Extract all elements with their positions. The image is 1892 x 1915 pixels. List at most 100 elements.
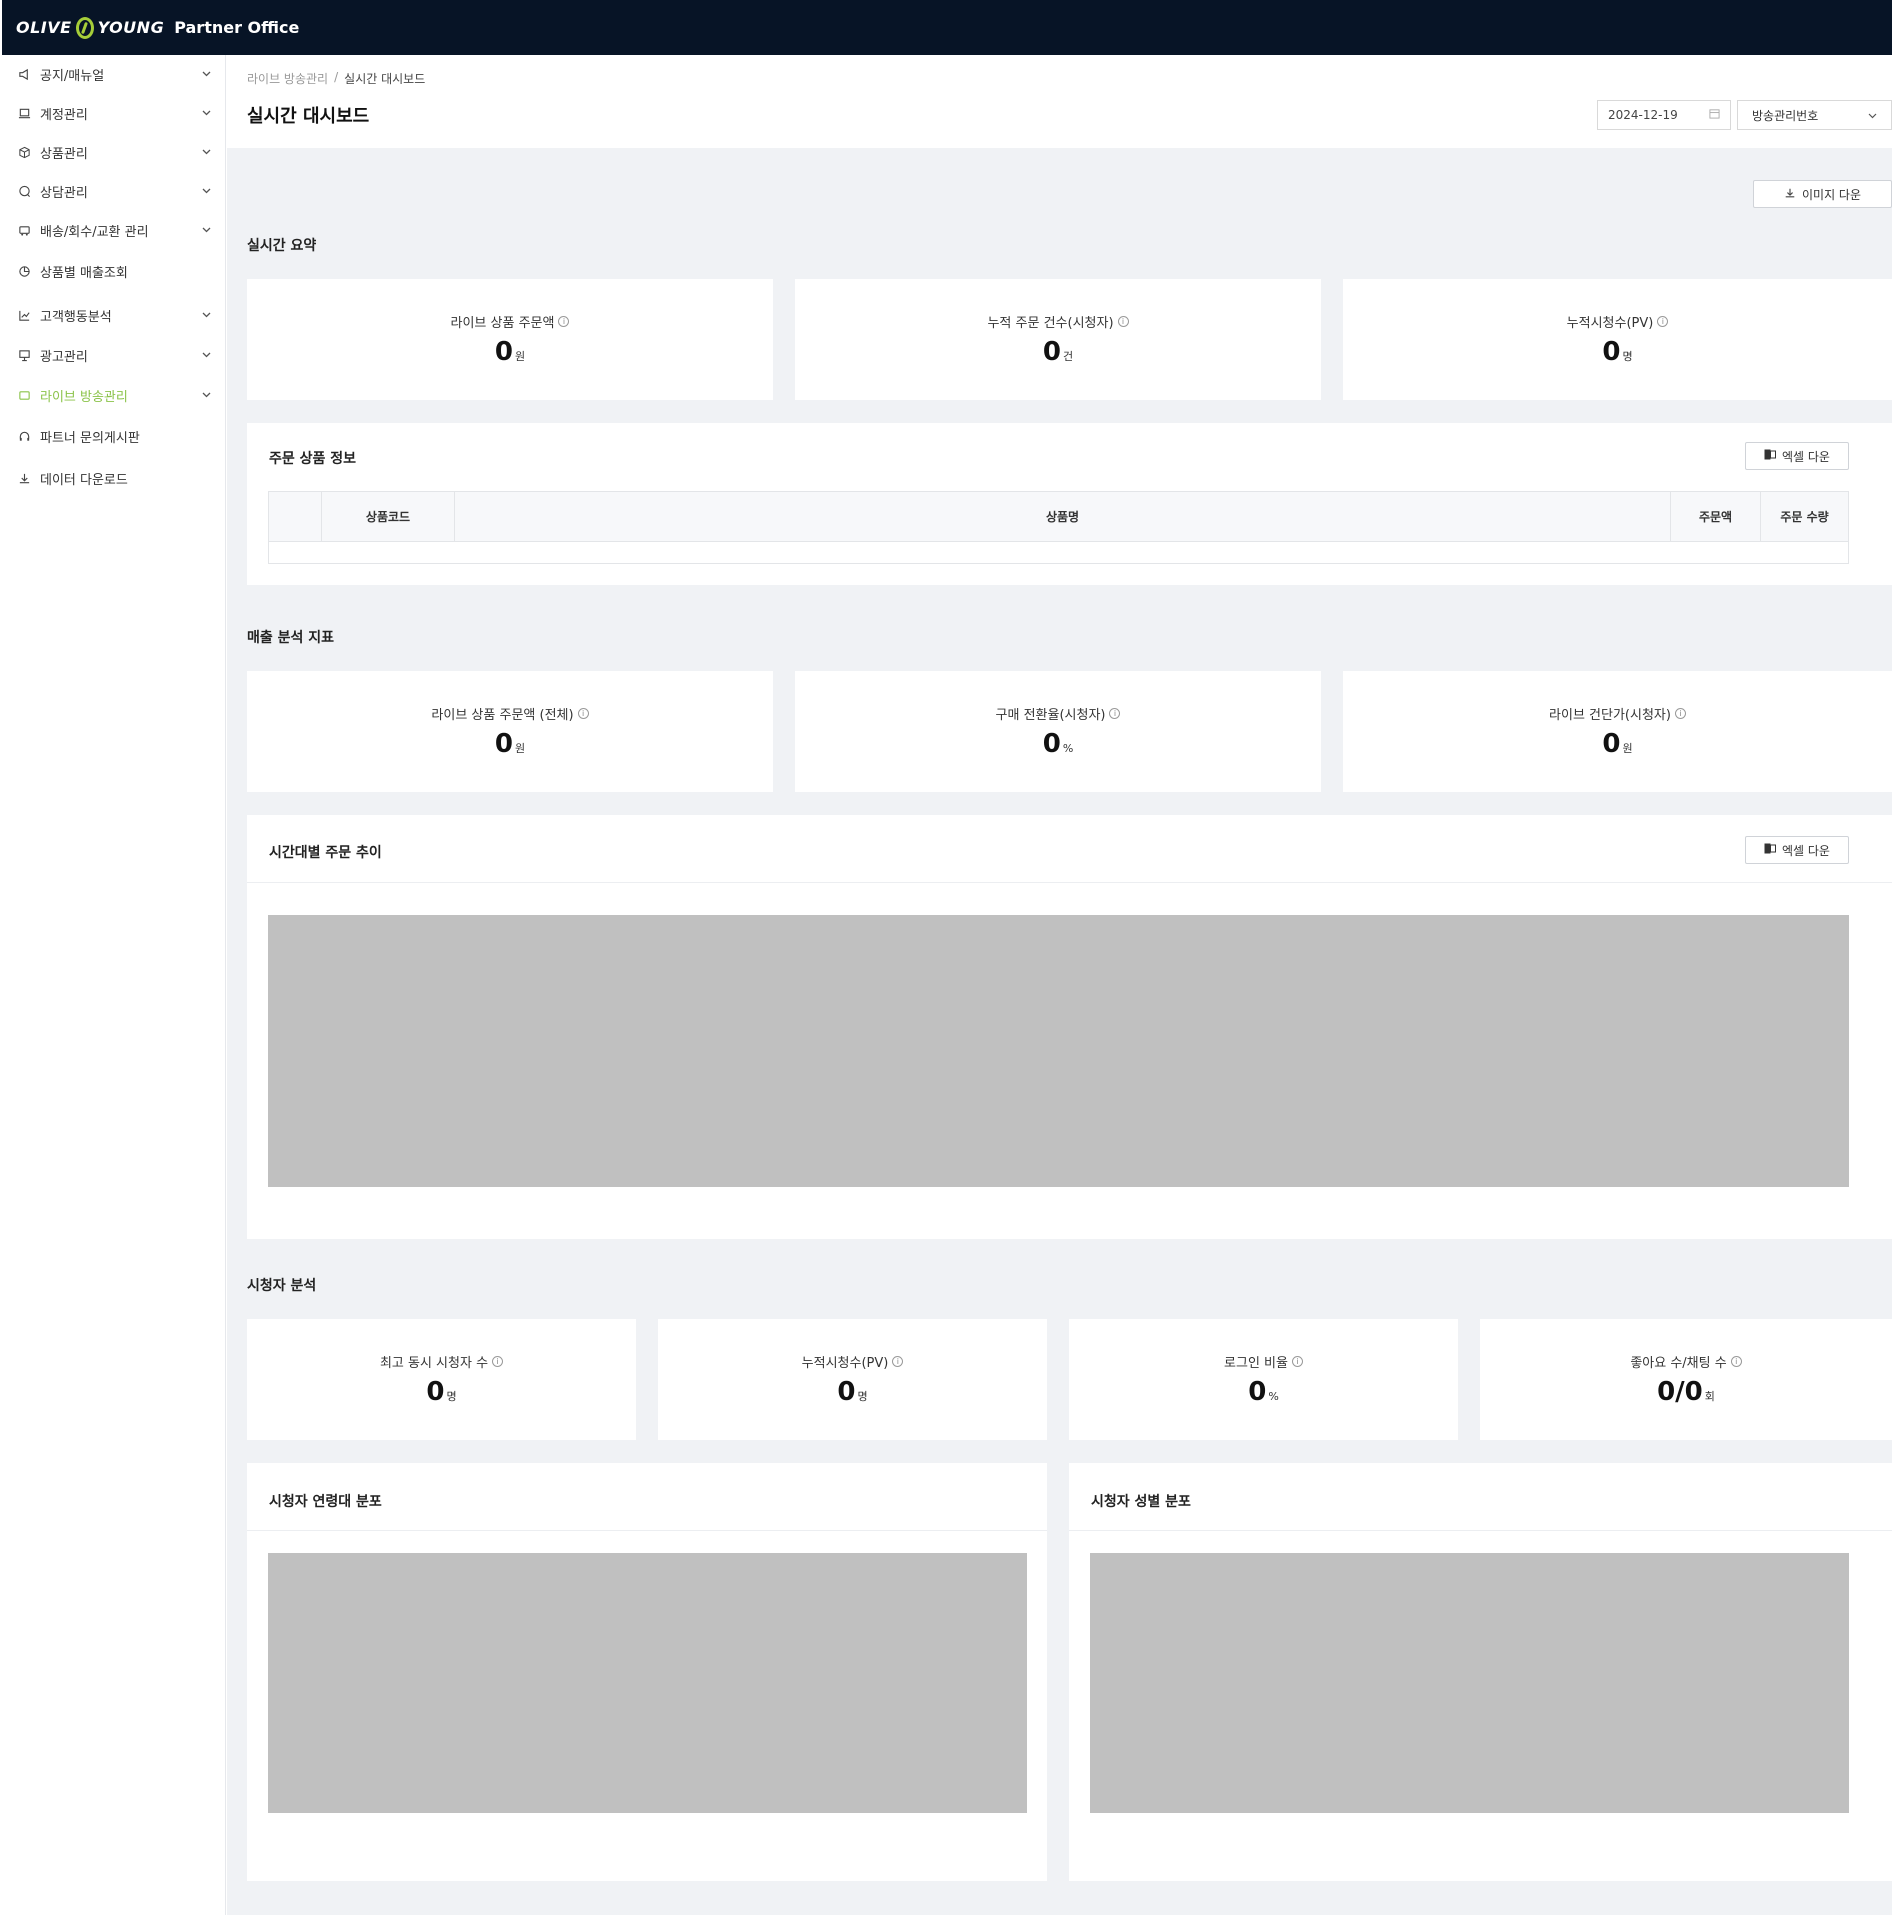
chevron-down-icon xyxy=(200,389,212,401)
kpi-value: 0원 xyxy=(1602,729,1632,759)
page-title: 실시간 대시보드 xyxy=(247,106,370,127)
sidebar-item-label: 상품별 매출조회 xyxy=(40,265,128,281)
age-distribution-panel: 시청자 연령대 분포 xyxy=(247,1463,1047,1881)
excel-download-button[interactable]: 엑셀 다운 xyxy=(1745,442,1849,470)
kpi-unit: 명 xyxy=(857,1390,868,1403)
age-chart-placeholder xyxy=(268,1553,1027,1813)
sidebar-item-ads[interactable]: 광고관리 xyxy=(2,340,226,370)
kpi-label-text: 로그인 비율 xyxy=(1224,1356,1288,1371)
image-download-button[interactable]: 이미지 다운 xyxy=(1753,180,1892,208)
sidebar-item-delivery[interactable]: 배송/회수/교환 관리 xyxy=(2,215,226,245)
info-icon[interactable]: i xyxy=(1117,316,1129,327)
info-icon[interactable]: i xyxy=(1674,708,1686,719)
table-empty-row xyxy=(268,541,1849,564)
kpi-card: 로그인 비율 i 0% xyxy=(1069,1319,1458,1440)
info-icon[interactable]: i xyxy=(558,316,570,327)
chat-icon xyxy=(16,183,32,199)
pie-chart-icon xyxy=(16,263,32,279)
kpi-number: 0 xyxy=(1602,337,1621,367)
sidebar-item-consult[interactable]: 상담관리 xyxy=(2,176,226,206)
kpi-unit: 원 xyxy=(514,350,526,363)
kpi-label: 최고 동시 시청자 수i xyxy=(380,1352,504,1371)
kpi-value: 0명 xyxy=(837,1377,867,1407)
column-header-order-amount[interactable]: 주문액 xyxy=(1670,491,1761,542)
kpi-card: 구매 전환율(시청자) i 0% xyxy=(795,671,1321,792)
kpi-number: 0 xyxy=(1042,337,1061,367)
kpi-unit: 명 xyxy=(1622,350,1633,363)
info-icon[interactable]: i xyxy=(1109,708,1121,719)
sidebar-item-label: 광고관리 xyxy=(40,349,88,365)
info-icon[interactable]: i xyxy=(492,1356,504,1367)
chevron-down-icon xyxy=(200,185,212,197)
info-icon[interactable]: i xyxy=(1730,1356,1742,1367)
sidebar-item-label: 파트너 문의게시판 xyxy=(40,430,140,446)
order-table-wrap: 상품코드 상품명 주문액 주문 수량 xyxy=(268,491,1849,564)
page-header: 라이브 방송관리 / 실시간 대시보드 실시간 대시보드 2024-12-19 … xyxy=(227,55,1892,148)
chevron-down-icon xyxy=(200,224,212,236)
date-picker[interactable]: 2024-12-19 xyxy=(1597,100,1731,130)
kpi-unit: % xyxy=(1268,1390,1279,1403)
sidebar-item-account[interactable]: 계정관리 xyxy=(2,98,226,128)
viewer-section-title: 시청자 분석 xyxy=(247,1278,317,1294)
kpi-unit: 명 xyxy=(446,1390,457,1403)
gender-distribution-panel: 시청자 성별 분포 xyxy=(1069,1463,1892,1881)
excel-download-button[interactable]: 엑셀 다운 xyxy=(1745,836,1849,864)
kpi-label: 라이브 건단가(시청자) i xyxy=(1549,704,1686,723)
sidebar-item-partner-board[interactable]: 파트너 문의게시판 xyxy=(2,421,226,451)
logo-leaf-icon xyxy=(75,16,94,39)
kpi-unit: 원 xyxy=(1622,742,1633,755)
panel-divider xyxy=(247,882,1892,883)
sidebar-item-product[interactable]: 상품관리 xyxy=(2,137,226,167)
column-header-product-code[interactable]: 상품코드 xyxy=(321,491,455,542)
panel-title: 시간대별 주문 추이 xyxy=(269,845,382,861)
column-header-order-qty[interactable]: 주문 수량 xyxy=(1760,491,1849,542)
kpi-card: 라이브 상품 주문액 i 0원 xyxy=(247,279,773,400)
sidebar-item-notice[interactable]: 공지/매뉴얼 xyxy=(2,59,226,89)
breadcrumb: 라이브 방송관리 / 실시간 대시보드 xyxy=(247,70,425,87)
info-icon[interactable]: i xyxy=(1657,316,1669,327)
kpi-label: 누적시청수(PV) i xyxy=(802,1352,904,1371)
breadcrumb-parent[interactable]: 라이브 방송관리 xyxy=(247,70,328,87)
kpi-label-text: 누적시청수(PV) xyxy=(1566,316,1654,331)
hourly-order-panel: 시간대별 주문 추이 엑셀 다운 xyxy=(247,815,1892,1239)
sidebar-item-label: 상담관리 xyxy=(40,185,88,201)
sidebar-item-label: 상품관리 xyxy=(40,146,88,162)
broadcast-number-select[interactable]: 방송관리번호 xyxy=(1737,100,1892,130)
breadcrumb-current: 실시간 대시보드 xyxy=(344,72,426,86)
kpi-number: 0 xyxy=(426,1377,445,1407)
sidebar-item-label: 데이터 다운로드 xyxy=(40,472,128,488)
presentation-icon xyxy=(16,347,32,363)
kpi-label: 라이브 상품 주문액 (전체) i xyxy=(431,704,589,723)
column-header-product-name[interactable]: 상품명 xyxy=(454,491,1671,542)
kpi-number: 0/0 xyxy=(1657,1377,1703,1407)
excel-download-label: 엑셀 다운 xyxy=(1782,449,1830,464)
info-icon[interactable]: i xyxy=(1291,1356,1303,1367)
kpi-label-text: 누적 주문 건수(시청자) xyxy=(987,316,1114,331)
sidebar-item-sales-by-product[interactable]: 상품별 매출조회 xyxy=(2,256,226,286)
sidebar-item-live-broadcast[interactable]: 라이브 방송관리 xyxy=(2,380,226,410)
chevron-down-icon xyxy=(200,309,212,321)
kpi-value: 0/0 회 xyxy=(1657,1377,1715,1407)
kpi-label: 로그인 비율 i xyxy=(1224,1352,1303,1371)
sidebar-item-data-download[interactable]: 데이터 다운로드 xyxy=(2,463,226,493)
kpi-unit: 건 xyxy=(1062,350,1074,363)
kpi-number: 0 xyxy=(1042,729,1061,759)
info-icon[interactable]: i xyxy=(892,1356,904,1367)
kpi-value: 0건 xyxy=(1043,337,1073,367)
logo-text-olive: OLIVE xyxy=(16,18,72,37)
kpi-number: 0 xyxy=(494,337,513,367)
kpi-unit: 원 xyxy=(514,742,526,755)
sidebar: 공지/매뉴얼 계정관리 상품관리 상담관리 배송/회수/교환 관리 상품별 매출 xyxy=(2,55,226,1915)
calendar-icon xyxy=(1709,108,1720,122)
kpi-label-text: 라이브 건단가(시청자) xyxy=(1549,708,1671,723)
kpi-label: 좋아요 수/채팅 수i xyxy=(1630,1352,1742,1371)
breadcrumb-separator: / xyxy=(334,70,339,84)
kpi-value: 0명 xyxy=(1602,337,1632,367)
chevron-down-icon xyxy=(200,68,212,80)
panel-title: 시청자 성별 분포 xyxy=(1091,1494,1191,1510)
column-header-select xyxy=(268,491,322,542)
sidebar-item-customer-behavior[interactable]: 고객행동분석 xyxy=(2,300,226,330)
olive-young-logo[interactable]: OLIVE YOUNG Partner Office xyxy=(16,16,299,39)
info-icon[interactable]: i xyxy=(577,708,589,719)
truck-icon xyxy=(16,222,32,238)
